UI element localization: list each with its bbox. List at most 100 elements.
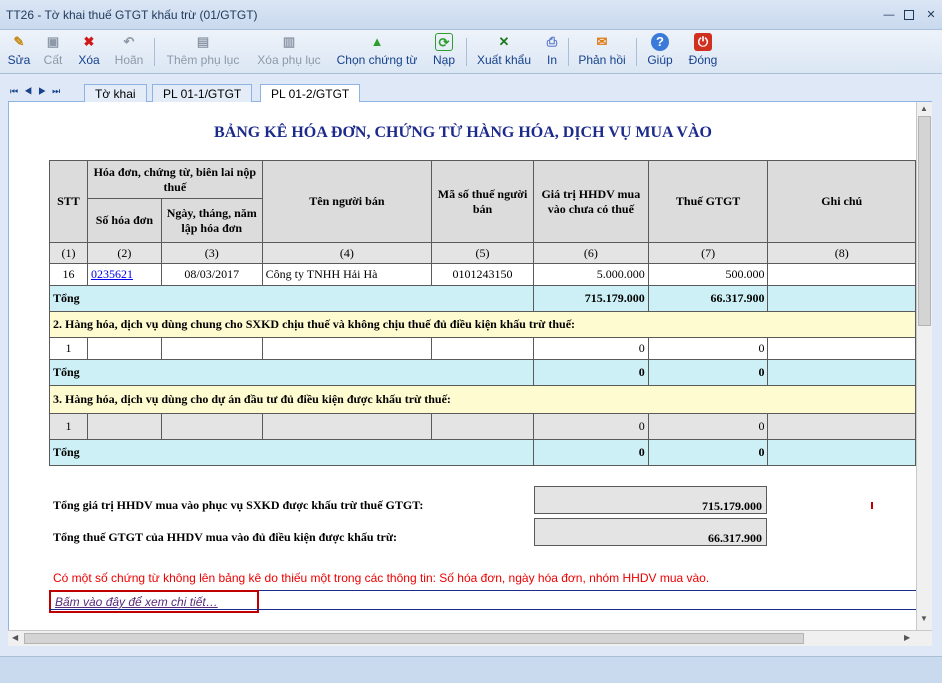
delete-button[interactable]: ✖ Xóa — [76, 32, 102, 72]
vat-cell[interactable]: 0 — [647, 337, 769, 360]
note-cell[interactable] — [767, 413, 916, 440]
vertical-scroll-thumb[interactable] — [918, 116, 931, 326]
tab-navigation-arrows[interactable]: ⏮◀▶⏭ — [10, 86, 82, 100]
value-cell[interactable]: 0 — [532, 337, 649, 360]
total-label: Tổng — [49, 285, 534, 312]
seller-name-cell[interactable]: Công ty TNHH Hải Hà — [261, 263, 433, 286]
col-number: (7) — [647, 242, 769, 264]
feedback-button[interactable]: ✉ Phản hồi — [578, 32, 626, 72]
note-cell[interactable] — [767, 337, 916, 360]
warning-note: Có một số chứng từ không lên bảng kê do … — [53, 571, 710, 585]
load-label: Nạp — [432, 53, 455, 67]
invoice-date-cell[interactable] — [160, 413, 263, 440]
vertical-scrollbar[interactable]: ▲ ▼ — [916, 102, 932, 630]
header-value: Giá trị HHDV mua vào chưa có thuế — [532, 160, 649, 243]
delete-icon: ✖ — [83, 34, 95, 49]
add-page-icon: ▤ — [196, 34, 210, 49]
invoice-date-cell[interactable] — [160, 337, 263, 360]
section-3-heading: 3. Hàng hóa, dịch vụ dùng cho dự án đầu … — [49, 385, 916, 414]
print-button[interactable]: ⎙ In — [542, 32, 562, 72]
summary-vat-label: Tổng thuế GTGT của HHDV mua vào đủ điều … — [53, 530, 398, 544]
toolbar-separator — [466, 38, 467, 66]
row-stt: 1 — [49, 337, 88, 360]
header-note: Ghi chú — [767, 160, 916, 243]
scroll-down-icon[interactable]: ▼ — [920, 614, 928, 623]
tab-pl-01-2[interactable]: PL 01-2/GTGT — [260, 84, 361, 103]
col-number: (6) — [532, 242, 649, 264]
toolbar: ✎ Sửa ▣ Cất ✖ Xóa ↶ Hoãn ▤ Thêm phụ lục ▥ Xóa … — [0, 30, 942, 74]
header-seller-tax-code: Mã số thuế người bán — [431, 160, 534, 243]
form-heading: BẢNG KÊ HÓA ĐƠN, CHỨNG TỪ HÀNG HÓA, DỊCH… — [214, 124, 712, 141]
value-cell[interactable]: 0 — [532, 413, 649, 440]
note-cell[interactable] — [767, 263, 916, 286]
horizontal-scrollbar[interactable]: ◀ ▶ — [8, 630, 932, 646]
seller-tax-code-cell[interactable] — [431, 337, 534, 360]
invoice-table: STT Hóa đơn, chứng từ, biên lai nộp thuế… — [49, 160, 916, 466]
table-row: 1 0 0 — [49, 413, 916, 440]
delete-page-icon: ▥ — [282, 34, 296, 49]
help-icon: ? — [651, 33, 669, 51]
load-button[interactable]: ⟳ Nạp — [430, 32, 458, 72]
status-bar — [0, 656, 942, 683]
tab-to-khai[interactable]: Tờ khai — [84, 84, 147, 102]
tab-bar: ⏮◀▶⏭ Tờ khai PL 01-1/GTGT PL 01-2/GTGT — [8, 84, 932, 103]
total-vat: 66.317.900 — [647, 285, 769, 312]
col-number: (4) — [261, 242, 433, 264]
col-number: (3) — [160, 242, 263, 264]
row-stt: 1 — [49, 413, 88, 440]
total-vat: 0 — [647, 359, 769, 386]
invoice-date-cell[interactable]: 08/03/2017 — [160, 263, 263, 286]
add-appendix-button[interactable]: ▤ Thêm phụ lục — [164, 32, 242, 72]
delete-appendix-label: Xóa phụ lục — [257, 53, 321, 67]
refresh-icon: ⟳ — [435, 33, 453, 51]
maximize-icon[interactable] — [904, 10, 914, 20]
scroll-right-icon[interactable]: ▶ — [904, 633, 910, 642]
excel-icon: ✕ — [498, 34, 510, 49]
delete-label: Xóa — [78, 53, 100, 67]
table-row: 1 0 0 — [49, 337, 916, 360]
tab-pl-01-1[interactable]: PL 01-1/GTGT — [152, 84, 253, 102]
vat-cell[interactable]: 500.000 — [647, 263, 769, 286]
power-icon: ⏻ — [694, 33, 712, 51]
seller-name-cell[interactable] — [261, 413, 433, 440]
help-button[interactable]: ? Giúp — [646, 32, 674, 72]
summary-vat-box: 66.317.900 — [534, 518, 767, 546]
total-label: Tổng — [49, 439, 534, 466]
invoice-number-cell[interactable] — [86, 337, 162, 360]
arrow-up-icon: ▲ — [370, 34, 384, 49]
close-form-button[interactable]: ⏻ Đóng — [686, 32, 720, 72]
choose-document-button[interactable]: ▲ Chọn chứng từ — [336, 32, 418, 72]
floppy-icon: ▣ — [46, 34, 60, 49]
invoice-number-cell[interactable] — [86, 413, 162, 440]
save-button[interactable]: ▣ Cất — [40, 32, 66, 72]
header-seller-name: Tên người bán — [261, 160, 433, 243]
total-row: Tổng 715.179.000 66.317.900 — [49, 285, 916, 312]
vat-cell[interactable]: 0 — [647, 413, 769, 440]
seller-name-cell[interactable] — [261, 337, 433, 360]
choose-document-label: Chọn chứng từ — [336, 53, 418, 67]
undo-button[interactable]: ↶ Hoãn — [112, 32, 146, 72]
close-icon[interactable]: ✕ — [924, 8, 938, 22]
header-invoice-date: Ngày, tháng, năm lập hóa đơn — [160, 198, 263, 243]
summary-value-label: Tổng giá trị HHDV mua vào phục vụ SXKD đ… — [53, 498, 424, 512]
scroll-left-icon[interactable]: ◀ — [12, 633, 18, 642]
col-number: (1) — [49, 242, 88, 264]
summary-value-box: 715.179.000 — [534, 486, 767, 514]
minimize-icon[interactable]: — — [882, 8, 896, 22]
scroll-up-icon[interactable]: ▲ — [920, 104, 928, 113]
col-number: (8) — [767, 242, 916, 264]
total-note — [767, 285, 916, 312]
value-cell[interactable]: 5.000.000 — [532, 263, 649, 286]
total-row: Tổng 0 0 — [49, 359, 916, 386]
horizontal-scroll-thumb[interactable] — [24, 633, 804, 644]
total-note — [767, 439, 916, 466]
export-button[interactable]: ✕ Xuất khẩu — [476, 32, 532, 72]
invoice-number-link[interactable]: 0235621 — [91, 267, 133, 281]
seller-tax-code-cell[interactable]: 0101243150 — [431, 263, 534, 286]
form-content: BẢNG KÊ HÓA ĐƠN, CHỨNG TỪ HÀNG HÓA, DỊCH… — [8, 102, 916, 630]
seller-tax-code-cell[interactable] — [431, 413, 534, 440]
section-2-heading: 2. Hàng hóa, dịch vụ dùng chung cho SXKD… — [49, 311, 916, 338]
delete-appendix-button[interactable]: ▥ Xóa phụ lục — [254, 32, 324, 72]
edit-button[interactable]: ✎ Sửa — [6, 32, 32, 72]
header-invoice-group: Hóa đơn, chứng từ, biên lai nộp thuế — [86, 160, 263, 199]
